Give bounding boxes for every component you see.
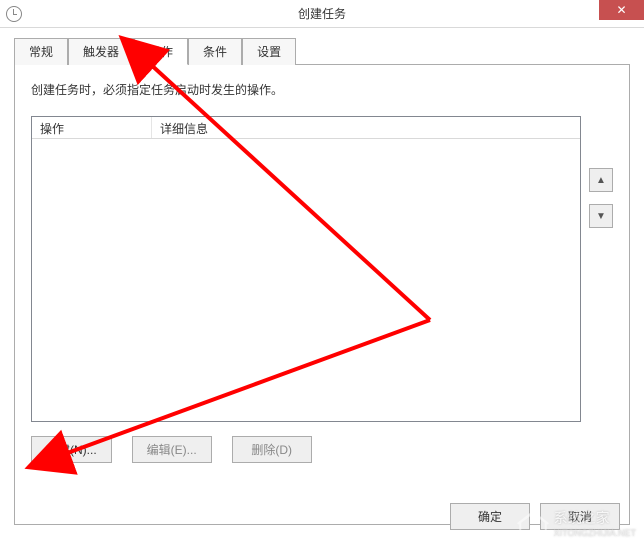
close-button[interactable]: ✕: [599, 0, 644, 20]
clock-icon: [6, 6, 22, 22]
cancel-button[interactable]: 取消: [540, 503, 620, 530]
column-details[interactable]: 详细信息: [152, 117, 580, 138]
move-up-button[interactable]: ▲: [589, 168, 613, 192]
titlebar: 创建任务 ✕: [0, 0, 644, 28]
tab-triggers[interactable]: 触发器: [68, 38, 134, 65]
grid-wrap: 操作 详细信息 ▲ ▼: [31, 116, 613, 422]
content-area: 常规 触发器 操作 条件 设置 创建任务时，必须指定任务启动时发生的操作。 操作…: [0, 28, 644, 535]
tab-settings[interactable]: 设置: [242, 38, 296, 65]
chevron-down-icon: ▼: [596, 211, 606, 222]
move-down-button[interactable]: ▼: [589, 204, 613, 228]
tab-label: 条件: [203, 45, 227, 59]
tab-label: 操作: [149, 45, 173, 59]
new-button[interactable]: 新建(N)...: [31, 436, 112, 463]
close-icon: ✕: [616, 3, 626, 17]
tab-strip: 常规 触发器 操作 条件 设置: [14, 38, 630, 65]
chevron-up-icon: ▲: [596, 175, 606, 186]
tab-label: 设置: [257, 45, 281, 59]
delete-button[interactable]: 删除(D): [232, 436, 312, 463]
grid-header: 操作 详细信息: [32, 117, 580, 139]
window-title: 创建任务: [298, 5, 346, 22]
tab-label: 触发器: [83, 45, 119, 59]
action-buttons-row: 新建(N)... 编辑(E)... 删除(D): [31, 436, 613, 463]
tab-panel-actions: 创建任务时，必须指定任务启动时发生的操作。 操作 详细信息 ▲ ▼ 新建(N).…: [14, 65, 630, 525]
actions-grid[interactable]: 操作 详细信息: [31, 116, 581, 422]
tab-conditions[interactable]: 条件: [188, 38, 242, 65]
tab-label: 常规: [29, 45, 53, 59]
tab-actions[interactable]: 操作: [134, 38, 188, 65]
column-action[interactable]: 操作: [32, 117, 152, 138]
panel-description: 创建任务时，必须指定任务启动时发生的操作。: [31, 81, 613, 98]
reorder-buttons: ▲ ▼: [589, 116, 613, 422]
grid-body[interactable]: [32, 139, 580, 421]
edit-button[interactable]: 编辑(E)...: [132, 436, 212, 463]
tab-general[interactable]: 常规: [14, 38, 68, 65]
ok-button[interactable]: 确定: [450, 503, 530, 530]
dialog-footer: 确定 取消: [450, 503, 620, 530]
